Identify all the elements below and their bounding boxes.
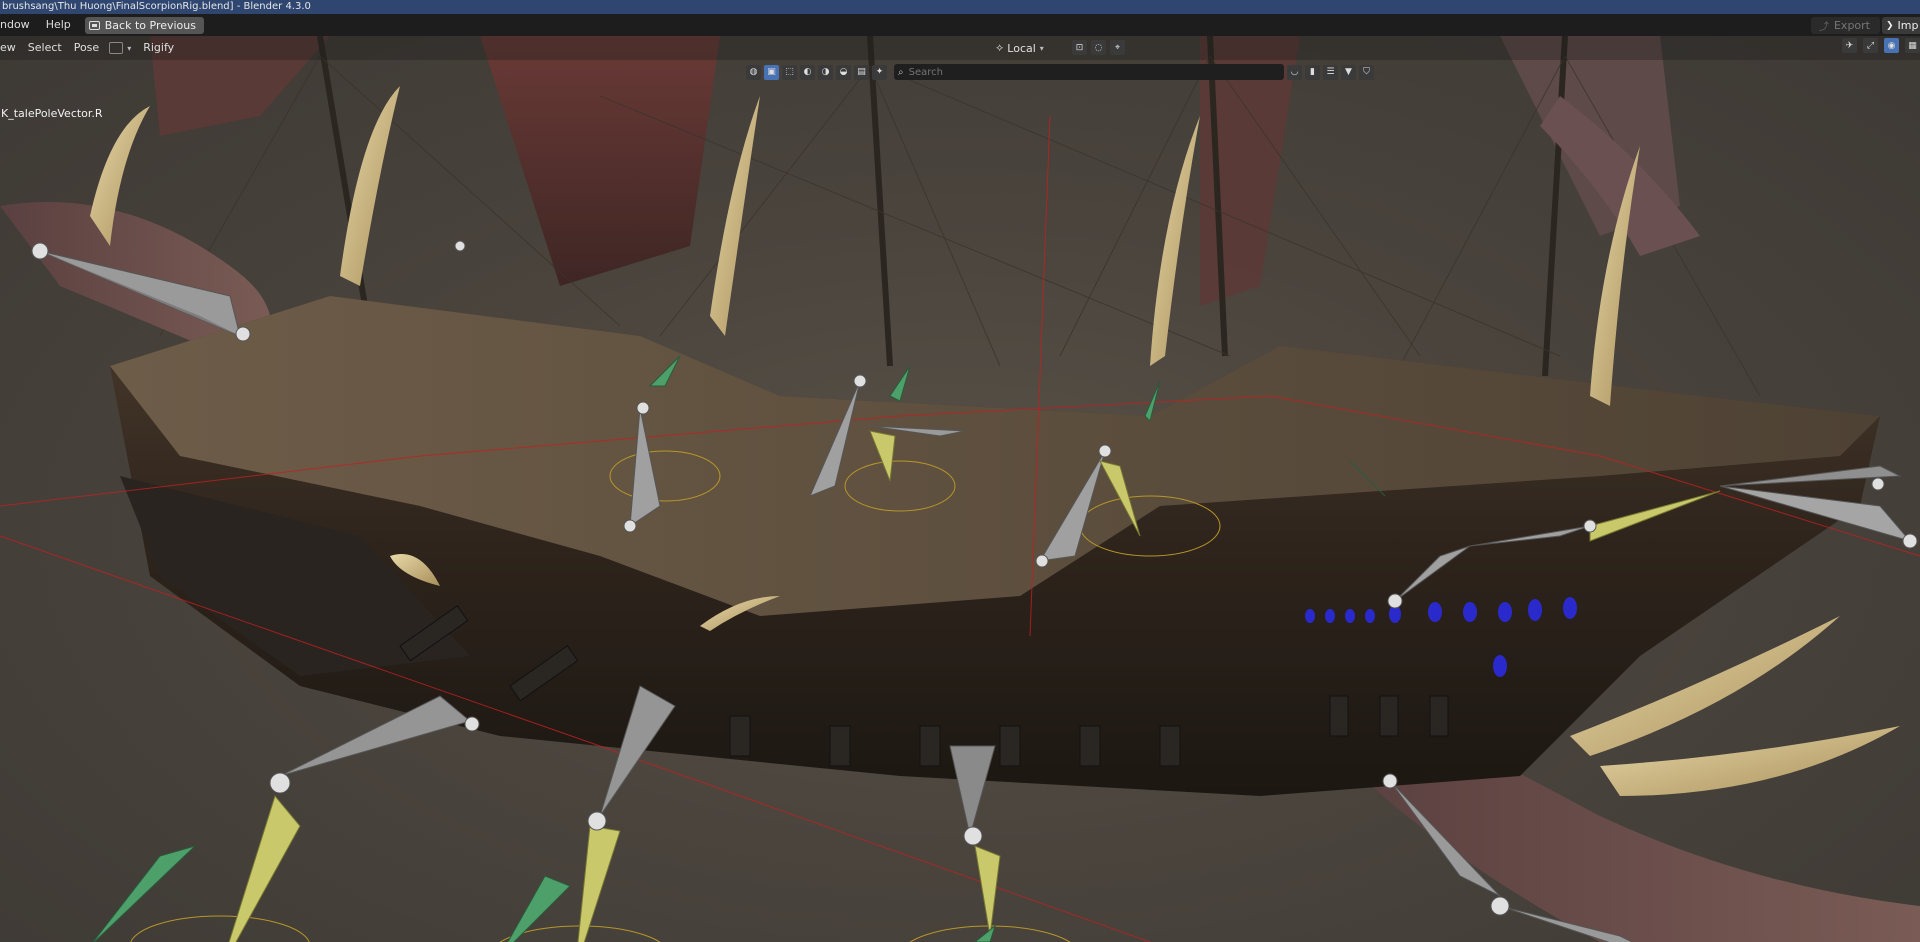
outliner-tool-row: ◍ ▣ ⬚ ◐ ◑ ◒ ▤ ✦ ⌕ ◡ ▮ ☰ ▼ ⛉ — [746, 63, 1374, 81]
chevron-down-icon[interactable]: ▾ — [127, 44, 131, 53]
proportional-edit-icon[interactable]: ⌖ — [1110, 40, 1125, 55]
pose-mode-icon[interactable] — [109, 42, 124, 54]
menu-window[interactable]: ndow — [0, 14, 38, 36]
pivot-point-icon[interactable]: ⊡ — [1072, 40, 1087, 55]
menu-view[interactable]: ew — [0, 36, 22, 60]
search-input[interactable] — [908, 66, 1239, 78]
menu-rigify[interactable]: Rigify — [137, 36, 180, 60]
shield-icon[interactable]: ⛉ — [1359, 64, 1374, 80]
export-button[interactable]: ⤴ Export — [1810, 17, 1880, 34]
search-icon: ⌕ — [898, 66, 904, 78]
search-field[interactable]: ⌕ — [894, 64, 1284, 80]
sync-icon[interactable]: ◡ — [1287, 64, 1302, 80]
layout-icon[interactable]: ☰ — [1323, 64, 1338, 80]
select-box-icon[interactable]: ▣ — [764, 64, 779, 80]
menu-help[interactable]: Help — [38, 14, 79, 36]
chevron-down-icon: ▾ — [1039, 43, 1044, 53]
transform-orientation[interactable]: ⟡ Local ▾ — [996, 39, 1044, 57]
import-icon: ❯ — [1886, 20, 1894, 31]
orientation-icon: ⟡ — [996, 41, 1004, 54]
display-mode-icon[interactable]: ◍ — [746, 64, 761, 80]
snap-tools: ⊡ ◌ ⌖ — [1072, 40, 1125, 55]
bookmark-icon[interactable]: ▮ — [1305, 64, 1320, 80]
viewport-gizmos: ✈ ⤢ ◉ ▦ — [1842, 38, 1920, 53]
light-icon[interactable]: ✦ — [872, 64, 887, 80]
back-to-previous-button[interactable]: Back to Previous — [84, 16, 204, 34]
filter-scene-icon[interactable]: ⬚ — [782, 64, 797, 80]
snap-icon[interactable]: ◌ — [1091, 40, 1106, 55]
3d-viewport[interactable] — [0, 36, 1920, 942]
import-label: Imp — [1897, 19, 1919, 32]
export-icon: ⤴ — [1818, 22, 1829, 33]
scene-canvas — [0, 36, 1920, 942]
window-title: brushsang\Thu Huong\FinalScorpionRig.ble… — [0, 0, 1920, 14]
orientation-label: Local — [1007, 41, 1036, 55]
menu-pose[interactable]: Pose — [68, 36, 105, 60]
camera-icon[interactable]: ▤ — [854, 64, 869, 80]
xray-icon[interactable]: ▦ — [1905, 38, 1920, 53]
back-to-previous-label: Back to Previous — [104, 18, 196, 32]
import-button[interactable]: ❯ Imp — [1882, 17, 1920, 34]
screen-icon — [88, 20, 100, 30]
object-icon[interactable]: ◐ — [800, 64, 815, 80]
funnel-icon[interactable]: ▼ — [1341, 64, 1356, 80]
menu-select[interactable]: Select — [22, 36, 68, 60]
active-bone-label: K_talePoleVector.R — [1, 107, 103, 120]
export-label: Export — [1833, 19, 1870, 32]
world-icon[interactable]: ◒ — [836, 64, 851, 80]
overlay-icon[interactable]: ⤢ — [1863, 38, 1878, 53]
top-menu-bar: ndow Help Back to Previous ⤴ Export ❯ Im… — [0, 14, 1920, 36]
viewport-header: ew Select Pose ▾ Rigify — [0, 36, 1920, 60]
viewport-shading-icon[interactable]: ◉ — [1884, 38, 1899, 53]
show-gizmo-icon[interactable]: ✈ — [1842, 38, 1857, 53]
material-icon[interactable]: ◑ — [818, 64, 833, 80]
